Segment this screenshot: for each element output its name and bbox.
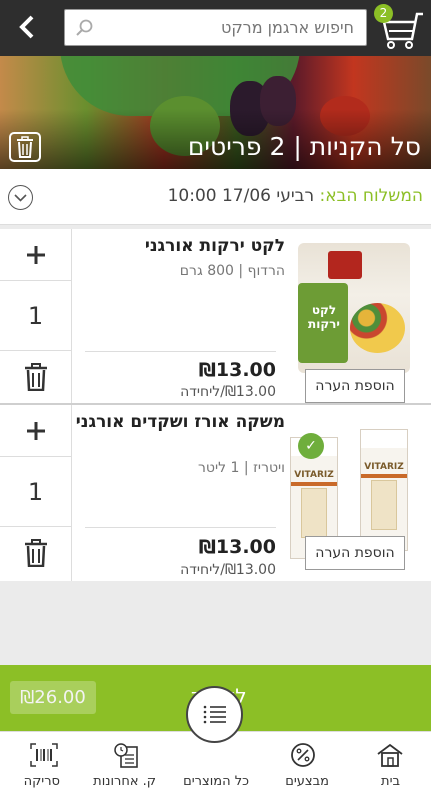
increase-quantity-button[interactable] (0, 229, 71, 281)
trash-icon (24, 363, 47, 391)
organic-leaf-icon: ✓ (298, 433, 324, 459)
next-delivery-row[interactable]: המשלוח הבא: רביעי 17/06 10:00 (0, 169, 431, 225)
nav-scan[interactable]: סריקה (14, 732, 74, 800)
list-icon (203, 705, 226, 723)
add-note-button[interactable]: הוספת הערה (305, 536, 405, 570)
item-total-price: ₪13.00 (198, 536, 276, 558)
chevron-left-icon (19, 15, 34, 39)
nav-scan-label: סריקה (23, 774, 60, 789)
chevron-down-icon (14, 194, 27, 202)
delivery-date: רביעי 17/06 10:00 (167, 186, 315, 206)
increase-quantity-button[interactable] (0, 405, 71, 457)
plus-icon (26, 245, 45, 264)
unit-price: ₪13.00/ליחידה (180, 384, 276, 400)
remove-item-button[interactable] (0, 527, 71, 579)
trash-icon (17, 136, 33, 158)
item-total-price: ₪13.00 (198, 359, 276, 381)
nav-home[interactable]: בית (360, 732, 420, 800)
cart-total: ₪26.00 (10, 681, 96, 714)
trash-icon (24, 539, 47, 567)
percent-icon (291, 743, 315, 767)
nav-home-label: בית (381, 774, 400, 789)
search-icon[interactable] (75, 18, 95, 38)
cart-banner: סל הקניות | 2 פריטים (0, 56, 431, 169)
delivery-info: המשלוח הבא: רביעי 17/06 10:00 (168, 186, 423, 206)
product-name[interactable]: משקה אורז ושקדים אורגני (75, 411, 285, 433)
product-details: הרדוף | 800 גרם (179, 263, 285, 279)
add-note-button[interactable]: הוספת הערה (305, 369, 405, 403)
home-icon (377, 743, 403, 767)
nav-recent-purchases[interactable]: ק. אחרונות (93, 732, 156, 800)
product-image[interactable]: לקט ירקות (298, 243, 410, 373)
quantity-stepper: 1 (0, 229, 72, 404)
nav-all-products-label: כל המוצרים (183, 774, 249, 789)
search-box[interactable] (64, 9, 367, 46)
plus-icon (26, 421, 45, 440)
all-products-button[interactable] (186, 686, 243, 743)
back-button[interactable] (10, 12, 44, 44)
nav-deals[interactable]: מבצעים (272, 732, 334, 800)
cart-item: 1 לקט ירקות לקט ירקות אורגני הרדוף | 800… (0, 229, 431, 404)
delivery-label: המשלוח הבא: (319, 186, 423, 206)
receipt-icon (114, 743, 138, 768)
cart-title: סל הקניות | 2 פריטים (187, 132, 421, 161)
barcode-icon (30, 743, 58, 767)
product-details: ויטריז | 1 ליטר (198, 460, 285, 476)
unit-price: ₪13.00/ליחידה (180, 562, 276, 578)
product-name[interactable]: לקט ירקות אורגני (75, 235, 285, 257)
clear-cart-button[interactable] (9, 132, 41, 162)
quantity-stepper: 1 (0, 405, 72, 581)
quantity-value: 1 (0, 281, 71, 351)
divider (85, 527, 276, 528)
nav-deals-label: מבצעים (285, 774, 329, 789)
search-input[interactable] (124, 18, 354, 37)
cart-item: 1 VITARIZ VITARIZ ✓ משקה אורז ושקדים אור (0, 405, 431, 581)
cart-count-badge: 2 (374, 4, 393, 23)
nav-recent-label: ק. אחרונות (93, 774, 156, 789)
top-bar: 2 (0, 0, 431, 56)
remove-item-button[interactable] (0, 351, 71, 403)
quantity-value: 1 (0, 457, 71, 527)
delivery-expand-button[interactable] (8, 185, 33, 210)
divider (85, 351, 276, 352)
